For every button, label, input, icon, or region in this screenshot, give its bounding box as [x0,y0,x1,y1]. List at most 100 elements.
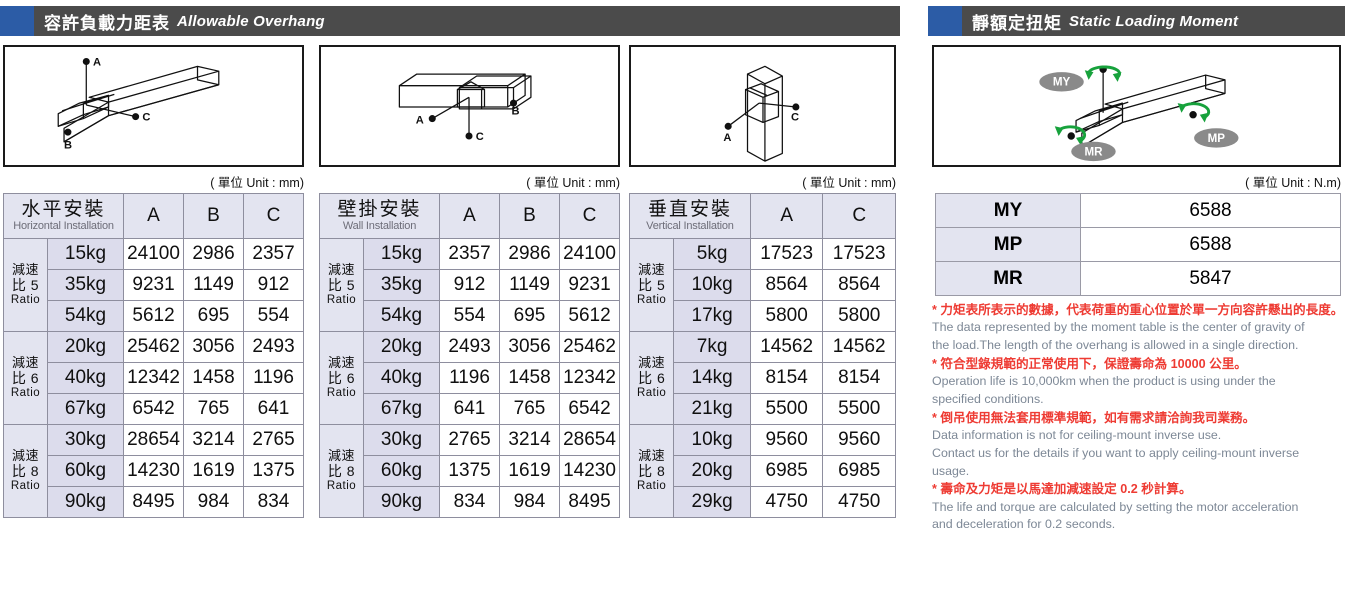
value-cell-c: 2765 [243,424,305,456]
value-cell-b: 3214 [499,424,561,456]
load-cell: 30kg [362,424,441,456]
value-cell-a: 5612 [123,300,185,332]
value-cell-c: 24100 [559,238,621,270]
value-cell-c: 912 [243,269,305,301]
figure-label-a: A [723,132,731,144]
table-title-en: Wall Installation [342,219,417,232]
moment-value: 6588 [1080,227,1341,262]
note-en: and deceleration for 0.2 seconds. [932,517,1116,532]
table-title-en: Vertical Installation [646,219,734,232]
table-title-horizontal: 水平安裝 Horizontal Installation [2,193,125,239]
moment-row: MP 6588 [935,227,1341,262]
figure-label-b: B [64,140,72,152]
unit-caption-mm: ( 單位 Unit : mm) [802,176,896,190]
table-row: 67kg 641 765 6542 [320,393,621,425]
value-cell-b: 1149 [183,269,245,301]
load-cell: 67kg [362,393,441,425]
load-cell: 15kg [362,238,441,270]
value-cell-b: 3056 [183,331,245,363]
load-cell: 30kg [46,424,125,456]
value-cell-b: 695 [499,300,561,332]
load-cell: 35kg [46,269,125,301]
load-cell: 35kg [362,269,441,301]
value-cell-a: 2765 [439,424,501,456]
table-row: 35kg 912 1149 9231 [320,269,621,301]
load-cell: 90kg [46,486,125,518]
table-row: 減速比 8 Ratio 30kg 2765 3214 28654 [319,424,621,518]
moment-value: 6588 [1080,193,1341,228]
column-header-a: A [123,193,185,239]
value-cell-c: 14562 [822,331,896,363]
table-wall-installation: 壁掛安裝 Wall Installation A B C 減速比 5 Ratio 15kg 23… [318,193,621,518]
load-cell: 20kg [362,331,441,363]
unit-caption-mm: ( 單位 Unit : mm) [526,176,620,190]
table-row: 40kg 1196 1458 12342 [320,362,621,394]
section-header-bar: 靜額定扭矩 Static Loading Moment [962,6,1345,36]
table-title-vertical: 垂直安裝 Vertical Installation [629,193,751,239]
value-cell-a: 1196 [439,362,501,394]
table-row: 減速比 8 Ratio 10kg 9560 9560 [628,424,896,518]
table-static-loading-moment: MY 6588 MP 6588 MR 5847 [935,193,1341,296]
value-cell-c: 6542 [559,393,621,425]
value-cell-c: 5612 [559,300,621,332]
ratio-label: 減速比 5 Ratio [319,238,364,332]
ratio-label: 減速比 8 Ratio [319,424,364,518]
value-cell-b: 765 [183,393,245,425]
table-row: 60kg 14230 1619 1375 [4,455,305,487]
table-row: 40kg 12342 1458 1196 [4,362,305,394]
section-header-bar: 容許負載力距表 Allowable Overhang [34,6,900,36]
note-cn: * 壽命及力矩是以馬達加減速設定 0.2 秒計算。 [932,482,1192,497]
value-cell-a: 9560 [749,424,824,456]
value-cell-b: 2986 [183,238,245,270]
load-cell: 54kg [362,300,441,332]
value-cell-a: 14230 [123,455,185,487]
value-cell-c: 17523 [822,238,896,270]
load-cell: 40kg [46,362,125,394]
section-title-en: Allowable Overhang [177,12,325,30]
figure-label-c: C [791,112,799,124]
value-cell-a: 5500 [749,393,824,425]
value-cell-c: 28654 [559,424,621,456]
vertical-rail-diagram-icon: A C [723,65,800,162]
section-title-cn: 容許負載力距表 [44,13,170,33]
load-cell: 7kg [673,331,751,363]
table-title-en: Horizontal Installation [13,219,114,232]
value-cell-a: 12342 [123,362,185,394]
value-cell-c: 1196 [243,362,305,394]
note-cn: * 倒吊使用無法套用標準規範，如有需求請洽詢我司業務。 [932,410,1256,425]
value-cell-c: 8564 [822,269,896,301]
value-cell-a: 14562 [749,331,824,363]
datasheet-page: 容許負載力距表 Allowable Overhang 靜額定扭矩 Static … [0,0,1345,599]
load-cell: 20kg [673,455,751,487]
ratio-label: 減速比 5 Ratio [3,238,48,332]
value-cell-c: 5800 [822,300,896,332]
load-cell: 5kg [673,238,751,270]
ratio-label: 減速比 5 Ratio [628,238,675,332]
moment-key: MR [935,261,1081,296]
table-title-cn: 水平安裝 [21,198,106,220]
value-cell-c: 4750 [822,486,896,518]
figure-label-c: C [476,131,484,143]
load-cell: 67kg [46,393,125,425]
value-cell-c: 2357 [243,238,305,270]
table-row: 減速比 5 Ratio 5kg 17523 17523 [628,238,896,332]
table-row: 60kg 1375 1619 14230 [320,455,621,487]
value-cell-a: 5800 [749,300,824,332]
value-cell-b: 2986 [499,238,561,270]
table-row: 減速比 8 Ratio 30kg 28654 3214 2765 [3,424,305,518]
figure-wall-installation: A B C [319,45,620,167]
value-cell-a: 834 [439,486,501,518]
value-cell-a: 6985 [749,455,824,487]
value-cell-c: 5500 [822,393,896,425]
note-en: usage. [932,463,970,478]
column-header-c: C [559,193,621,239]
value-cell-c: 641 [243,393,305,425]
value-cell-b: 3214 [183,424,245,456]
table-row: 67kg 6542 765 641 [4,393,305,425]
value-cell-a: 17523 [749,238,824,270]
value-cell-a: 1375 [439,455,501,487]
table-title-wall: 壁掛安裝 Wall Installation [318,193,441,239]
value-cell-a: 2357 [439,238,501,270]
value-cell-c: 554 [243,300,305,332]
table-row: 減速比 6 Ratio 20kg 25462 3056 2493 [3,331,305,425]
